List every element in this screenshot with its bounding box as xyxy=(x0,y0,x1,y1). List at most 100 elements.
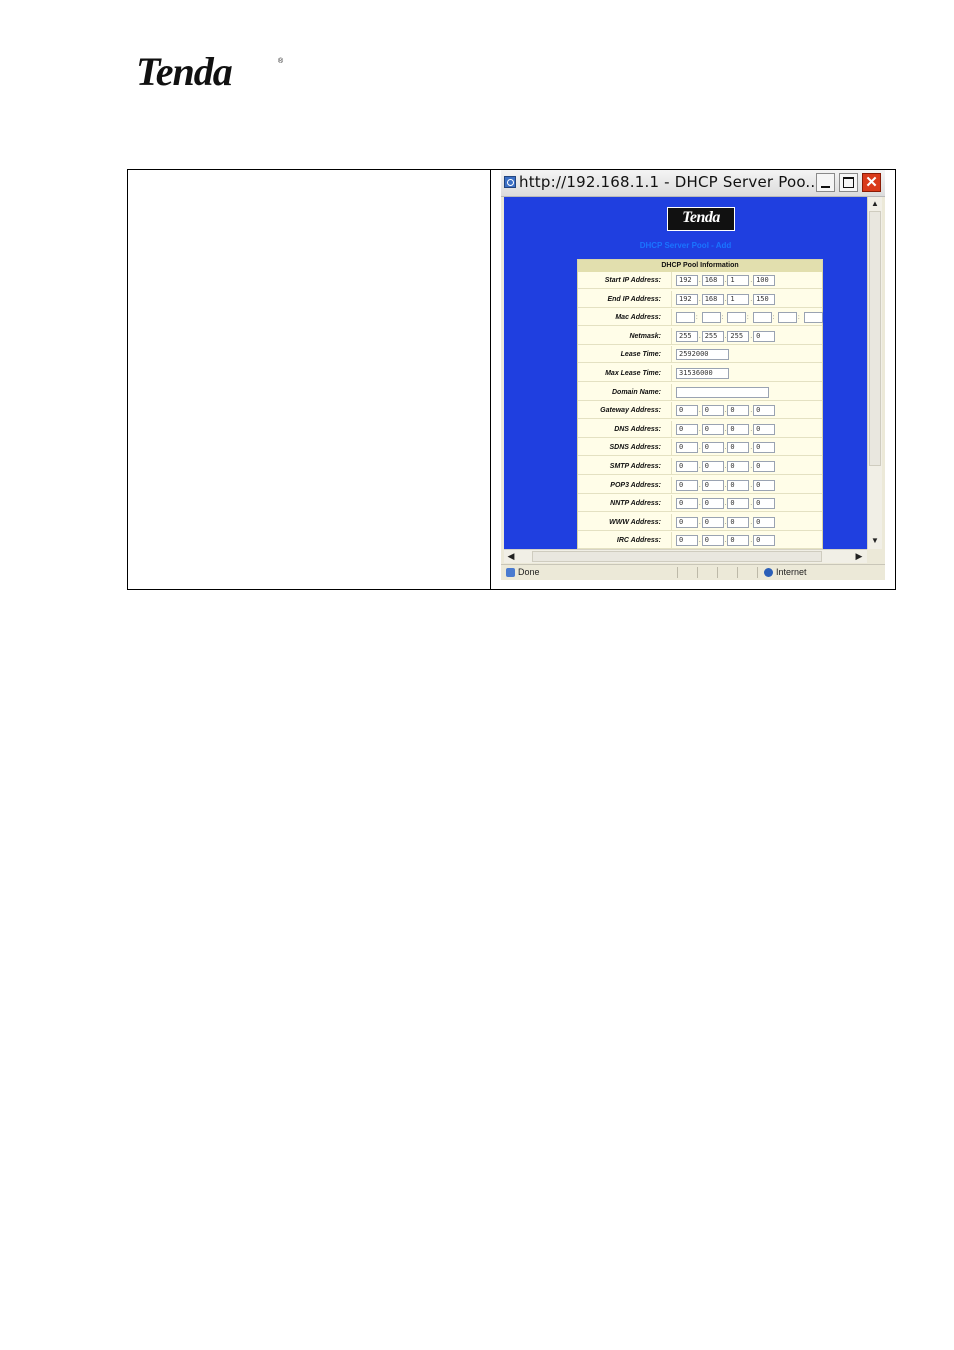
tenda-logo: Tenda ® xyxy=(136,52,283,92)
field-separator: . xyxy=(750,296,753,303)
field-separator: . xyxy=(724,426,727,433)
text-input[interactable] xyxy=(676,312,695,324)
field-label: Netmask: xyxy=(578,327,672,345)
field-separator: . xyxy=(699,501,701,508)
scroll-left-arrow-icon[interactable]: ◀ xyxy=(504,550,518,563)
text-input[interactable]: 100 xyxy=(753,275,776,286)
text-input[interactable]: 0 xyxy=(701,479,724,491)
text-input[interactable]: 0 xyxy=(676,405,698,417)
text-input[interactable]: 0 xyxy=(727,405,750,417)
text-input[interactable] xyxy=(778,312,797,324)
text-input[interactable]: 0 xyxy=(676,461,698,472)
field-separator: . xyxy=(699,408,701,415)
text-input[interactable] xyxy=(752,312,772,324)
field-separator: . xyxy=(699,538,701,545)
text-input[interactable]: 168 xyxy=(701,275,724,286)
status-separator xyxy=(737,567,738,578)
text-input[interactable] xyxy=(676,386,769,398)
text-input[interactable]: 1 xyxy=(727,293,750,305)
window-titlebar[interactable]: http://192.168.1.1 - DHCP Server Poo... … xyxy=(501,170,885,197)
text-input[interactable]: 0 xyxy=(727,461,750,472)
field-separator: . xyxy=(724,464,727,470)
text-input[interactable]: 0 xyxy=(701,442,724,454)
page-content: Tenda DHCP Server Pool - Add DHCP Pool I… xyxy=(504,197,867,549)
text-input[interactable]: 0 xyxy=(676,535,698,547)
text-input[interactable]: 0 xyxy=(701,461,724,472)
text-input[interactable]: 0 xyxy=(753,535,776,547)
field-label: DNS Address: xyxy=(578,420,672,438)
text-input[interactable]: 168 xyxy=(701,293,724,305)
close-button[interactable]: ✕ xyxy=(862,173,881,192)
field-label: SDNS Address: xyxy=(578,439,672,457)
text-input[interactable]: 0 xyxy=(753,516,776,528)
table-row: Netmask: 255. 255. 255. 0 xyxy=(578,327,822,345)
text-input[interactable]: 1 xyxy=(727,275,750,286)
text-input[interactable]: 2592000 xyxy=(676,349,729,361)
table-row: Max Lease Time: 31536000 xyxy=(578,365,822,382)
text-input[interactable]: 0 xyxy=(701,535,724,547)
text-input[interactable]: 0 xyxy=(753,330,776,342)
table-column-divider xyxy=(490,170,491,589)
text-input[interactable]: 0 xyxy=(701,516,724,528)
text-input[interactable] xyxy=(803,312,823,324)
page-done-icon xyxy=(506,568,515,577)
text-input[interactable]: 255 xyxy=(676,330,698,342)
text-input[interactable]: 192 xyxy=(676,293,698,305)
text-input[interactable]: 0 xyxy=(676,442,698,454)
text-input[interactable]: 0 xyxy=(676,498,698,510)
horizontal-scroll-thumb[interactable] xyxy=(532,551,822,562)
field-separator: : xyxy=(798,315,800,322)
text-input[interactable]: 0 xyxy=(701,405,724,417)
table-row: SMTP Address: 0. 0. 0. 0 xyxy=(578,458,822,475)
text-input[interactable]: 0 xyxy=(753,442,776,454)
status-separator xyxy=(677,567,678,578)
field-separator: : xyxy=(747,315,749,322)
text-input[interactable]: 0 xyxy=(727,479,750,491)
scroll-right-arrow-icon[interactable]: ▶ xyxy=(852,550,866,563)
vertical-scroll-thumb[interactable] xyxy=(869,211,881,466)
internet-zone-icon xyxy=(764,568,773,577)
table-row: DNS Address: 0. 0. 0. 0 xyxy=(578,420,822,438)
text-input[interactable]: 150 xyxy=(753,293,776,305)
field-separator: . xyxy=(750,519,753,526)
text-input[interactable] xyxy=(727,312,746,324)
text-input[interactable]: 0 xyxy=(753,479,776,491)
text-input[interactable]: 0 xyxy=(753,423,776,435)
field-label: Mac Address: xyxy=(578,309,672,327)
text-input[interactable]: 31536000 xyxy=(676,368,729,379)
table-row: Domain Name: xyxy=(578,383,822,401)
text-input[interactable]: 0 xyxy=(727,423,750,435)
text-input[interactable]: 0 xyxy=(753,498,776,510)
vertical-scrollbar[interactable]: ▲ ▼ xyxy=(867,197,882,549)
browser-icon xyxy=(504,176,516,188)
text-input[interactable]: 0 xyxy=(701,423,724,435)
minimize-button[interactable] xyxy=(816,173,835,192)
status-bar: Done Internet xyxy=(501,564,885,580)
maximize-button[interactable] xyxy=(839,173,858,192)
field-label: Max Lease Time: xyxy=(578,365,672,382)
text-input[interactable]: 0 xyxy=(727,516,750,528)
text-input[interactable]: 192 xyxy=(676,275,698,286)
field-separator: : xyxy=(696,315,698,322)
text-input[interactable]: 0 xyxy=(753,405,776,417)
text-input[interactable]: 255 xyxy=(727,330,750,342)
field-separator: . xyxy=(699,482,701,489)
field-separator: . xyxy=(699,278,701,284)
text-input[interactable]: 0 xyxy=(727,442,750,454)
scroll-up-arrow-icon[interactable]: ▲ xyxy=(868,197,882,211)
field-separator: . xyxy=(699,333,701,340)
text-input[interactable]: 0 xyxy=(701,498,724,510)
text-input[interactable]: 0 xyxy=(676,423,698,435)
horizontal-scrollbar[interactable]: ◀ ▶ xyxy=(504,549,867,563)
text-input[interactable]: 0 xyxy=(727,535,750,547)
text-input[interactable]: 0 xyxy=(676,516,698,528)
text-input[interactable]: 0 xyxy=(727,498,750,510)
text-input[interactable]: 0 xyxy=(753,461,776,472)
text-input[interactable] xyxy=(701,312,721,324)
text-input[interactable]: 255 xyxy=(701,330,724,342)
table-row: Gateway Address: 0. 0. 0. 0 xyxy=(578,402,822,420)
field-separator: . xyxy=(724,538,727,545)
text-input[interactable]: 0 xyxy=(676,479,698,491)
scroll-down-arrow-icon[interactable]: ▼ xyxy=(868,534,882,548)
field-label: IRC Address: xyxy=(578,532,672,549)
